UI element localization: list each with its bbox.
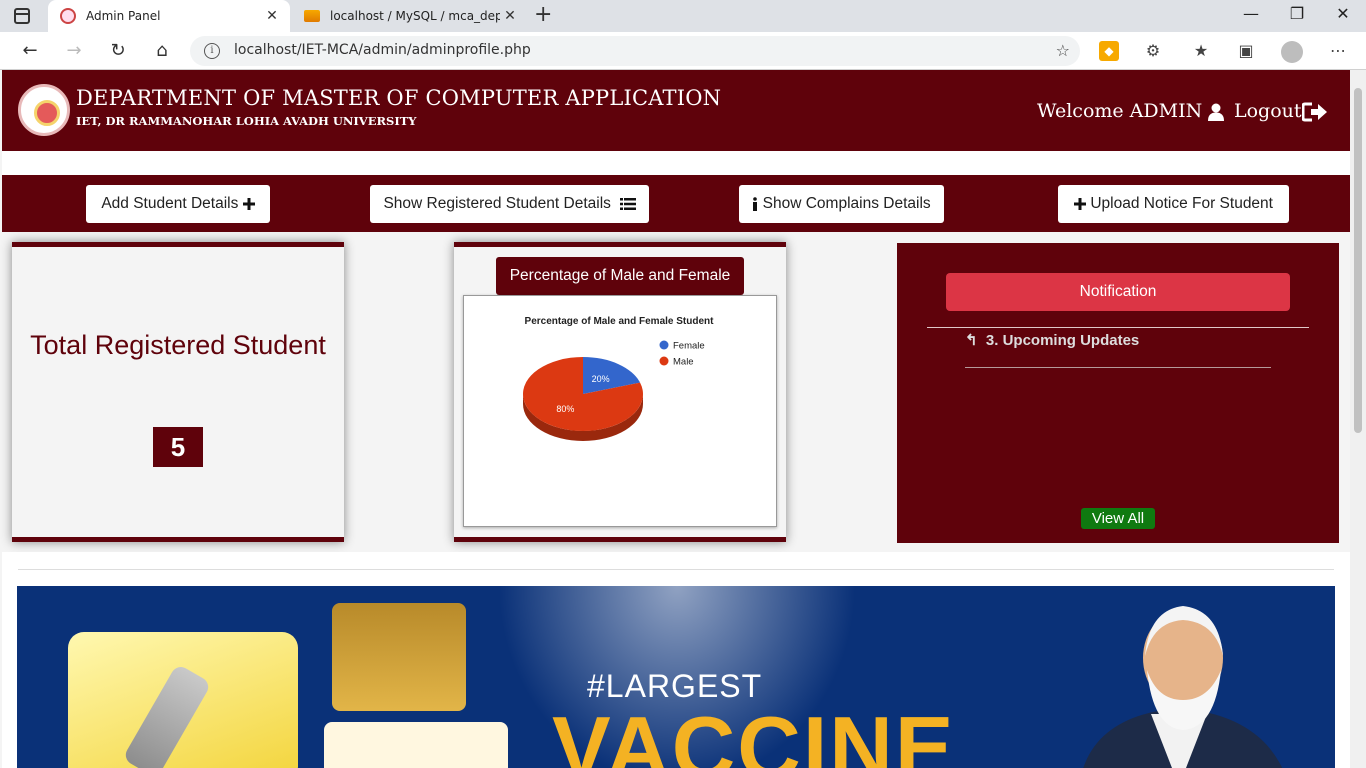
new-tab-icon[interactable]: + — [534, 4, 552, 26]
leader-portrait-image — [1083, 606, 1283, 768]
pie-data-label: 80% — [556, 404, 574, 414]
list-icon — [619, 198, 636, 210]
tab-title: Admin Panel — [86, 9, 161, 23]
university-logo — [18, 84, 70, 136]
divider — [18, 569, 1334, 570]
view-all-button[interactable]: View All — [1081, 508, 1155, 529]
legend-swatch — [659, 356, 669, 366]
header-spacer — [2, 151, 1350, 175]
divider — [927, 327, 1309, 328]
more-menu-icon[interactable]: ⋯ — [1328, 41, 1348, 61]
department-title: DEPARTMENT OF MASTER OF COMPUTER APPLICA… — [76, 86, 722, 110]
pie-data-label: 20% — [592, 374, 610, 384]
page-content: DEPARTMENT OF MASTER OF COMPUTER APPLICA… — [0, 70, 1350, 768]
legend-label: Female — [673, 341, 705, 352]
total-registered-card: Total Registered Student 5 — [12, 242, 344, 542]
info-icon — [753, 197, 758, 211]
site-info-icon[interactable]: i — [204, 43, 220, 59]
gender-chart-label: Percentage of Male and Female — [496, 257, 744, 295]
site-header: DEPARTMENT OF MASTER OF COMPUTER APPLICA… — [2, 70, 1350, 151]
banner-headline: VACCINE — [552, 698, 956, 768]
url-text[interactable]: localhost/IET-MCA/admin/adminprofile.php — [234, 42, 531, 58]
profile-avatar[interactable] — [1281, 41, 1303, 63]
extensions-icon[interactable]: ⚙ — [1143, 41, 1163, 61]
browser-tab-bar: Admin Panel ✕ localhost / MySQL / mca_de… — [0, 0, 1366, 32]
sign-out-icon — [1301, 102, 1327, 122]
tab-admin-panel[interactable]: Admin Panel ✕ — [48, 0, 290, 32]
plus-icon — [1074, 198, 1087, 210]
tab-actions-icon[interactable] — [14, 8, 30, 24]
chart-frame: Percentage of Male and Female Student 20… — [463, 295, 777, 527]
university-subtitle: IET, DR RAMMANOHAR LOHIA AVADH UNIVERSIT… — [76, 114, 417, 128]
collections-icon[interactable]: ▣ — [1236, 41, 1256, 61]
favorites-icon[interactable]: ★ — [1191, 41, 1211, 61]
welcome-label: Welcome ADMIN — [1037, 100, 1203, 122]
healthcare-worker-image — [332, 603, 466, 711]
gender-chart-card: Percentage of Male and Female Percentage… — [454, 242, 786, 542]
upload-notice-label: Upload Notice For Student — [1090, 195, 1273, 212]
tab-phpmyadmin[interactable]: localhost / MySQL / mca_dept / c ✕ — [292, 0, 528, 32]
total-registered-count: 5 — [153, 427, 203, 467]
chart-title: Percentage of Male and Female Student — [525, 316, 715, 327]
home-icon[interactable]: ⌂ — [150, 40, 174, 62]
vaccine-banner: #LARGEST VACCINE — [17, 586, 1335, 768]
welcome-text: Welcome ADMIN — [1037, 100, 1225, 122]
forward-icon[interactable]: → — [62, 40, 86, 62]
extension-icon[interactable]: ◆ — [1099, 41, 1119, 61]
total-registered-title: Total Registered Student — [30, 330, 326, 360]
show-registered-label: Show Registered Student Details — [383, 195, 611, 212]
close-window-icon[interactable]: ✕ — [1320, 4, 1366, 23]
legend-swatch — [659, 340, 669, 350]
bullet-icon: ↰ — [965, 332, 986, 349]
url-field[interactable]: i localhost/IET-MCA/admin/adminprofile.p… — [190, 36, 1080, 66]
reload-icon[interactable]: ↻ — [106, 40, 130, 62]
close-tab-icon[interactable]: ✕ — [262, 8, 282, 24]
legend-label: Male — [673, 357, 694, 368]
user-icon — [1208, 103, 1225, 121]
close-tab-icon[interactable]: ✕ — [500, 8, 520, 24]
show-complains-button[interactable]: Show Complains Details — [739, 185, 944, 223]
plus-icon — [242, 198, 255, 210]
page-scrollbar[interactable] — [1350, 70, 1366, 768]
restore-icon[interactable]: ❐ — [1274, 4, 1320, 23]
site-favicon-icon — [60, 8, 76, 24]
divider — [965, 367, 1271, 368]
logout-link[interactable]: Logout — [1234, 100, 1328, 122]
notification-panel: Notification ↰ 3. Upcoming Updates View … — [897, 243, 1339, 543]
logout-label: Logout — [1234, 100, 1302, 122]
citizen-image — [324, 722, 508, 768]
notification-item-text: 3. Upcoming Updates — [985, 332, 1140, 349]
address-bar: ← → ↻ ⌂ i localhost/IET-MCA/admin/adminp… — [0, 32, 1366, 70]
tab-title: localhost / MySQL / mca_dept / c — [330, 9, 500, 23]
add-student-button[interactable]: Add Student Details — [86, 185, 270, 223]
notification-item[interactable]: ↰ 3. Upcoming Updates — [965, 331, 1139, 349]
phpmyadmin-favicon-icon — [304, 10, 320, 22]
upload-notice-button[interactable]: Upload Notice For Student — [1058, 185, 1289, 223]
back-icon[interactable]: ← — [18, 40, 42, 62]
action-bar: Add Student Details Show Registered Stud… — [2, 175, 1350, 232]
scrollbar-thumb[interactable] — [1354, 88, 1362, 433]
gender-pie-chart: Percentage of Male and Female Student 20… — [523, 316, 715, 441]
minimize-icon[interactable]: — — [1228, 4, 1274, 23]
add-favorite-icon[interactable]: ☆ — [1056, 41, 1070, 60]
notification-button[interactable]: Notification — [946, 273, 1290, 311]
show-complains-label: Show Complains Details — [762, 195, 931, 212]
add-student-label: Add Student Details — [101, 195, 239, 212]
show-registered-button[interactable]: Show Registered Student Details — [370, 185, 649, 223]
